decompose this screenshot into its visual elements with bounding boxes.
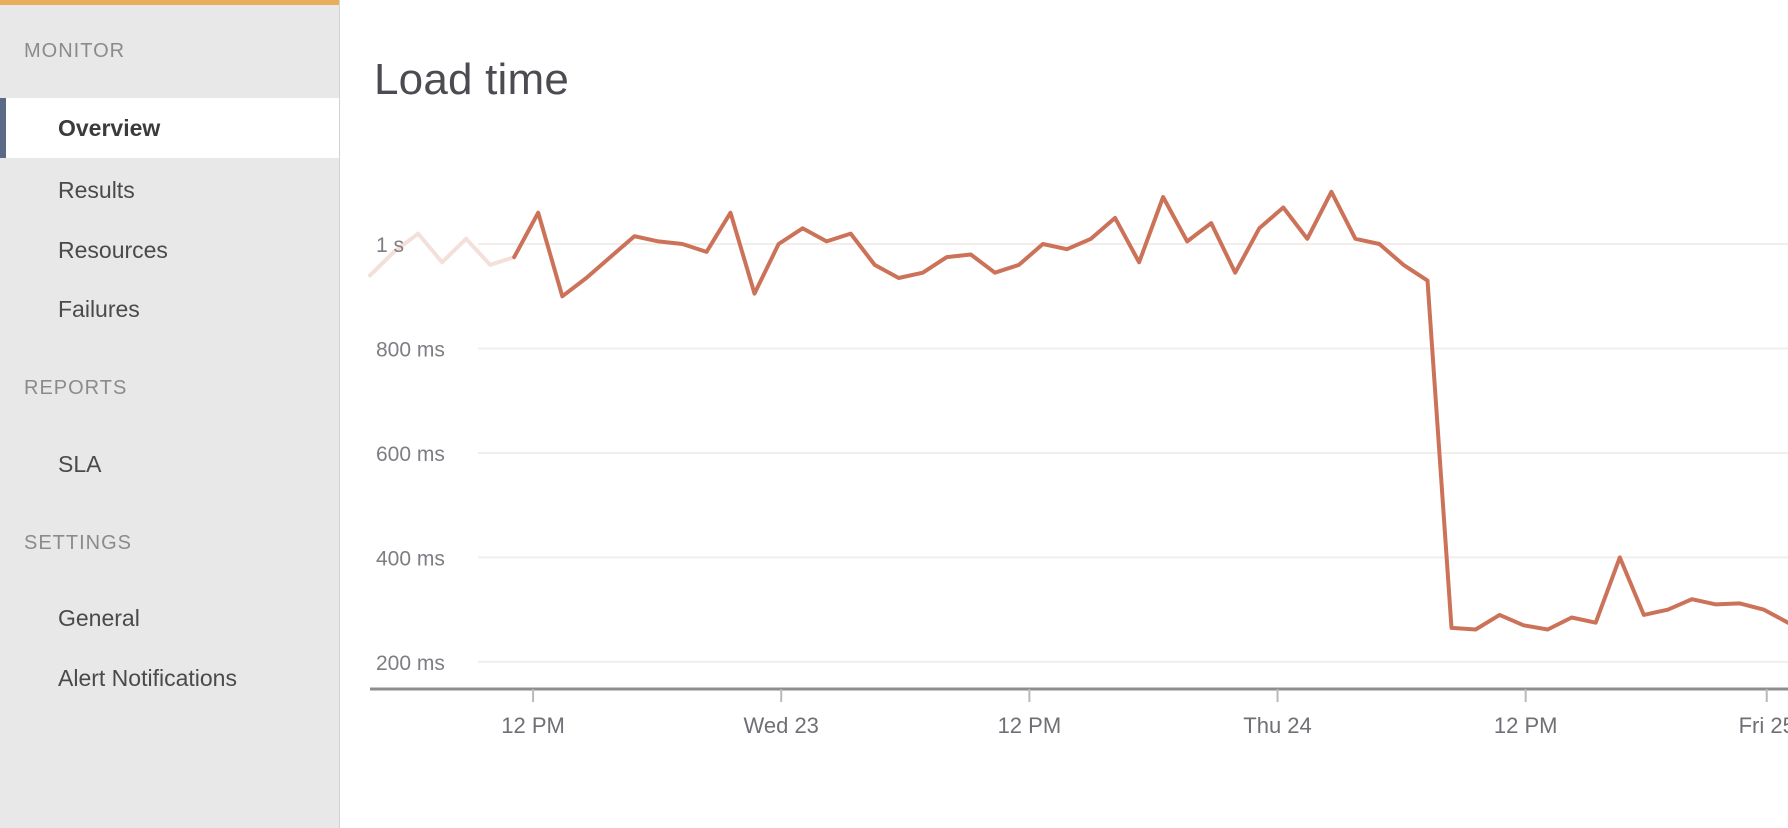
chart-y-axis-labels: 1 s800 ms600 ms400 ms200 ms bbox=[376, 234, 445, 675]
sidebar-item-sla[interactable]: SLA bbox=[0, 434, 339, 494]
sidebar-item-alert-notifications[interactable]: Alert Notifications bbox=[0, 648, 339, 708]
x-axis-tick-label: Thu 24 bbox=[1243, 713, 1312, 738]
sidebar-section-title-settings: SETTINGS bbox=[24, 532, 133, 554]
chart-x-axis-labels: 12 PM Wed 23 12 PM Thu 24 12 PM Fri 25 bbox=[501, 713, 1788, 738]
sidebar-item-overview[interactable]: Overview bbox=[0, 98, 339, 158]
y-axis-tick-label: 400 ms bbox=[376, 547, 445, 570]
sidebar-item-general[interactable]: General bbox=[0, 588, 339, 648]
chart-gridlines bbox=[478, 243, 1788, 663]
x-axis-tick-label: 12 PM bbox=[998, 713, 1062, 738]
sidebar: MONITOR Overview Results Resources Failures R… bbox=[0, 0, 340, 828]
sidebar-item-label: Alert Notifications bbox=[58, 664, 237, 691]
sidebar-item-label: Resources bbox=[58, 236, 168, 263]
chart-svg: 1 s800 ms600 ms400 ms200 ms 12 PM Wed 23 1… bbox=[368, 189, 1788, 738]
sidebar-item-results[interactable]: Results bbox=[0, 160, 339, 220]
sidebar-section-title-monitor: MONITOR bbox=[24, 40, 126, 62]
load-time-chart: 1 s 800 ms 600 ms 400 ms 200 ms 12 PM Wed 23 1… bbox=[340, 0, 1788, 828]
x-axis-tick-label: Wed 23 bbox=[744, 713, 819, 738]
sidebar-item-label: Results bbox=[58, 176, 135, 203]
sidebar-section-title-reports: REPORTS bbox=[24, 377, 128, 399]
chart-x-axis-ticks bbox=[532, 689, 1768, 702]
chart-line-series bbox=[512, 189, 1788, 632]
sidebar-item-label: General bbox=[58, 604, 140, 631]
y-axis-tick-label: 600 ms bbox=[376, 443, 445, 466]
y-axis-tick-label: 200 ms bbox=[376, 652, 445, 675]
sidebar-item-label: Overview bbox=[58, 114, 161, 141]
x-axis-tick-label: 12 PM bbox=[501, 713, 565, 738]
x-axis-tick-label: Fri 25 bbox=[1739, 713, 1788, 738]
x-axis-tick-label: 12 PM bbox=[1494, 713, 1558, 738]
sidebar-accent-bar bbox=[0, 0, 339, 5]
sidebar-item-label: Failures bbox=[58, 295, 140, 322]
sidebar-item-failures[interactable]: Failures bbox=[0, 279, 339, 339]
sidebar-item-resources[interactable]: Resources bbox=[0, 220, 339, 280]
main-content: Load time 1 s 800 ms 600 ms 400 ms 200 ms 12… bbox=[340, 0, 1788, 828]
app-root: MONITOR Overview Results Resources Failures R… bbox=[0, 0, 1788, 828]
sidebar-item-label: SLA bbox=[58, 450, 102, 477]
y-axis-tick-label: 800 ms bbox=[376, 338, 445, 361]
